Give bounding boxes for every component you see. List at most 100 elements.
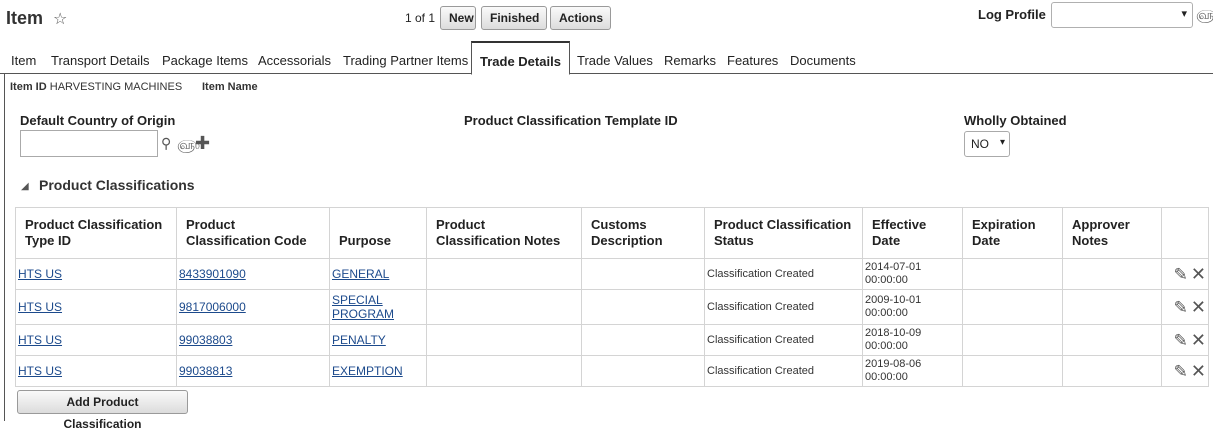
table-row: HTS US 99038803 PENALTY Classification C… xyxy=(15,324,1209,356)
pencil-icon[interactable]: ✎ xyxy=(1174,363,1188,380)
tab-item[interactable]: Item xyxy=(11,53,36,68)
star-icon[interactable]: ☆ xyxy=(53,9,67,29)
close-x-icon[interactable]: ✕ xyxy=(1191,265,1206,283)
actions-column-header xyxy=(1161,207,1209,259)
log-profile-select[interactable]: ▾ xyxy=(1051,2,1193,28)
classification-code-link[interactable]: 99038813 xyxy=(179,364,232,378)
customs-description-cell xyxy=(581,258,705,290)
item-id-value: HARVESTING MACHINES xyxy=(49,81,183,93)
notes-cell xyxy=(426,324,582,356)
pencil-icon[interactable]: ✎ xyxy=(1174,332,1188,349)
tab-documents[interactable]: Documents xyxy=(790,53,856,68)
template-id-label: Product Classification Template ID xyxy=(464,113,678,128)
actions-button[interactable]: Actions xyxy=(550,6,611,30)
row-actions: ✎ ✕ xyxy=(1161,289,1209,325)
item-name-field: Item Name xyxy=(202,81,258,93)
row-actions: ✎ ✕ xyxy=(1161,355,1209,387)
tab-bar: Item Transport Details Package Items Acc… xyxy=(0,41,1213,75)
tab-trade-details[interactable]: Trade Details xyxy=(471,41,570,75)
customs-description-cell xyxy=(581,289,705,325)
tab-accessorials[interactable]: Accessorials xyxy=(258,53,331,68)
table-header-row: Product Classification Type ID Product C… xyxy=(15,207,1209,259)
view-glasses-icon[interactable]: ௵ xyxy=(1196,7,1213,24)
item-id-field: Item ID HARVESTING MACHINES xyxy=(10,81,182,93)
column-header: Product Classification Status xyxy=(704,207,863,259)
expiration-date-cell xyxy=(962,324,1063,356)
close-x-icon[interactable]: ✕ xyxy=(1191,298,1206,316)
status-cell: Classification Created xyxy=(704,258,863,290)
classification-code-link[interactable]: 99038803 xyxy=(179,333,232,347)
column-header: Product Classification Type ID xyxy=(15,207,177,259)
type-id-link[interactable]: HTS US xyxy=(18,364,62,378)
wholly-obtained-select[interactable]: NO ▾ xyxy=(964,131,1010,157)
add-icon[interactable]: ✚ xyxy=(195,133,210,154)
classification-code-link[interactable]: 9817006000 xyxy=(179,300,246,314)
default-country-input[interactable] xyxy=(20,130,158,157)
section-title: Product Classifications xyxy=(39,177,195,193)
notes-cell xyxy=(426,355,582,387)
expiration-date-cell xyxy=(962,258,1063,290)
pencil-icon[interactable]: ✎ xyxy=(1174,266,1188,283)
add-product-classification-button[interactable]: Add Product Classification xyxy=(17,390,188,431)
status-cell: Classification Created xyxy=(704,289,863,325)
expiration-date-cell xyxy=(962,289,1063,325)
default-country-label: Default Country of Origin xyxy=(20,113,176,128)
wholly-obtained-value: NO xyxy=(971,137,989,151)
table-row: HTS US 8433901090 GENERAL Classification… xyxy=(15,258,1209,290)
new-button[interactable]: New xyxy=(440,6,476,30)
tab-trading-partner-items[interactable]: Trading Partner Items xyxy=(343,53,468,68)
collapse-triangle-icon[interactable]: ◢ xyxy=(21,181,29,192)
expiration-date-cell xyxy=(962,355,1063,387)
approver-notes-cell xyxy=(1062,355,1162,387)
column-header: Product Classification Code xyxy=(176,207,330,259)
item-name-label: Item Name xyxy=(202,81,258,93)
pager-text: 1 of 1 xyxy=(405,11,436,25)
status-cell: Classification Created xyxy=(704,355,863,387)
finished-button[interactable]: Finished xyxy=(481,6,547,30)
column-header: Approver Notes xyxy=(1062,207,1162,259)
type-id-link[interactable]: HTS US xyxy=(18,333,62,347)
page-header: Item ☆ 1 of 1 New Finished Actions Log P… xyxy=(0,0,1213,40)
column-header: Customs Description xyxy=(581,207,705,259)
effective-date-cell: 2014-07-01 00:00:00 xyxy=(862,258,963,290)
purpose-link[interactable]: PENALTY xyxy=(332,333,386,347)
tab-trade-values[interactable]: Trade Values xyxy=(577,53,653,68)
tab-remarks[interactable]: Remarks xyxy=(664,53,716,68)
effective-date-cell: 2018-10-09 00:00:00 xyxy=(862,324,963,356)
column-header: Effective Date xyxy=(862,207,963,259)
type-id-link[interactable]: HTS US xyxy=(18,267,62,281)
column-header: Expiration Date xyxy=(962,207,1063,259)
tab-package-items[interactable]: Package Items xyxy=(162,53,248,68)
status-cell: Classification Created xyxy=(704,324,863,356)
approver-notes-cell xyxy=(1062,289,1162,325)
customs-description-cell xyxy=(581,324,705,356)
notes-cell xyxy=(426,289,582,325)
product-classifications-table: Product Classification Type ID Product C… xyxy=(15,207,1209,387)
approver-notes-cell xyxy=(1062,324,1162,356)
page-title: Item xyxy=(6,8,44,28)
notes-cell xyxy=(426,258,582,290)
purpose-link[interactable]: GENERAL xyxy=(332,267,389,281)
type-id-link[interactable]: HTS US xyxy=(18,300,62,314)
chevron-down-icon: ▾ xyxy=(1181,8,1187,20)
purpose-link[interactable]: SPECIAL PROGRAM xyxy=(332,293,394,321)
table-row: HTS US 99038813 EXEMPTION Classification… xyxy=(15,355,1209,387)
row-actions: ✎ ✕ xyxy=(1161,324,1209,356)
close-x-icon[interactable]: ✕ xyxy=(1191,362,1206,380)
log-profile-label: Log Profile xyxy=(978,7,1046,22)
tab-features[interactable]: Features xyxy=(727,53,778,68)
classification-code-link[interactable]: 8433901090 xyxy=(179,267,246,281)
purpose-link[interactable]: EXEMPTION xyxy=(332,364,403,378)
search-icon[interactable]: ⚲ xyxy=(161,135,171,152)
wholly-obtained-label: Wholly Obtained xyxy=(964,113,1067,128)
tab-transport-details[interactable]: Transport Details xyxy=(51,53,150,68)
customs-description-cell xyxy=(581,355,705,387)
close-x-icon[interactable]: ✕ xyxy=(1191,331,1206,349)
approver-notes-cell xyxy=(1062,258,1162,290)
effective-date-cell: 2009-10-01 00:00:00 xyxy=(862,289,963,325)
chevron-down-icon: ▾ xyxy=(999,137,1005,148)
pencil-icon[interactable]: ✎ xyxy=(1174,299,1188,316)
item-id-label: Item ID xyxy=(10,81,47,93)
column-header: Purpose xyxy=(329,207,427,259)
row-actions: ✎ ✕ xyxy=(1161,258,1209,290)
